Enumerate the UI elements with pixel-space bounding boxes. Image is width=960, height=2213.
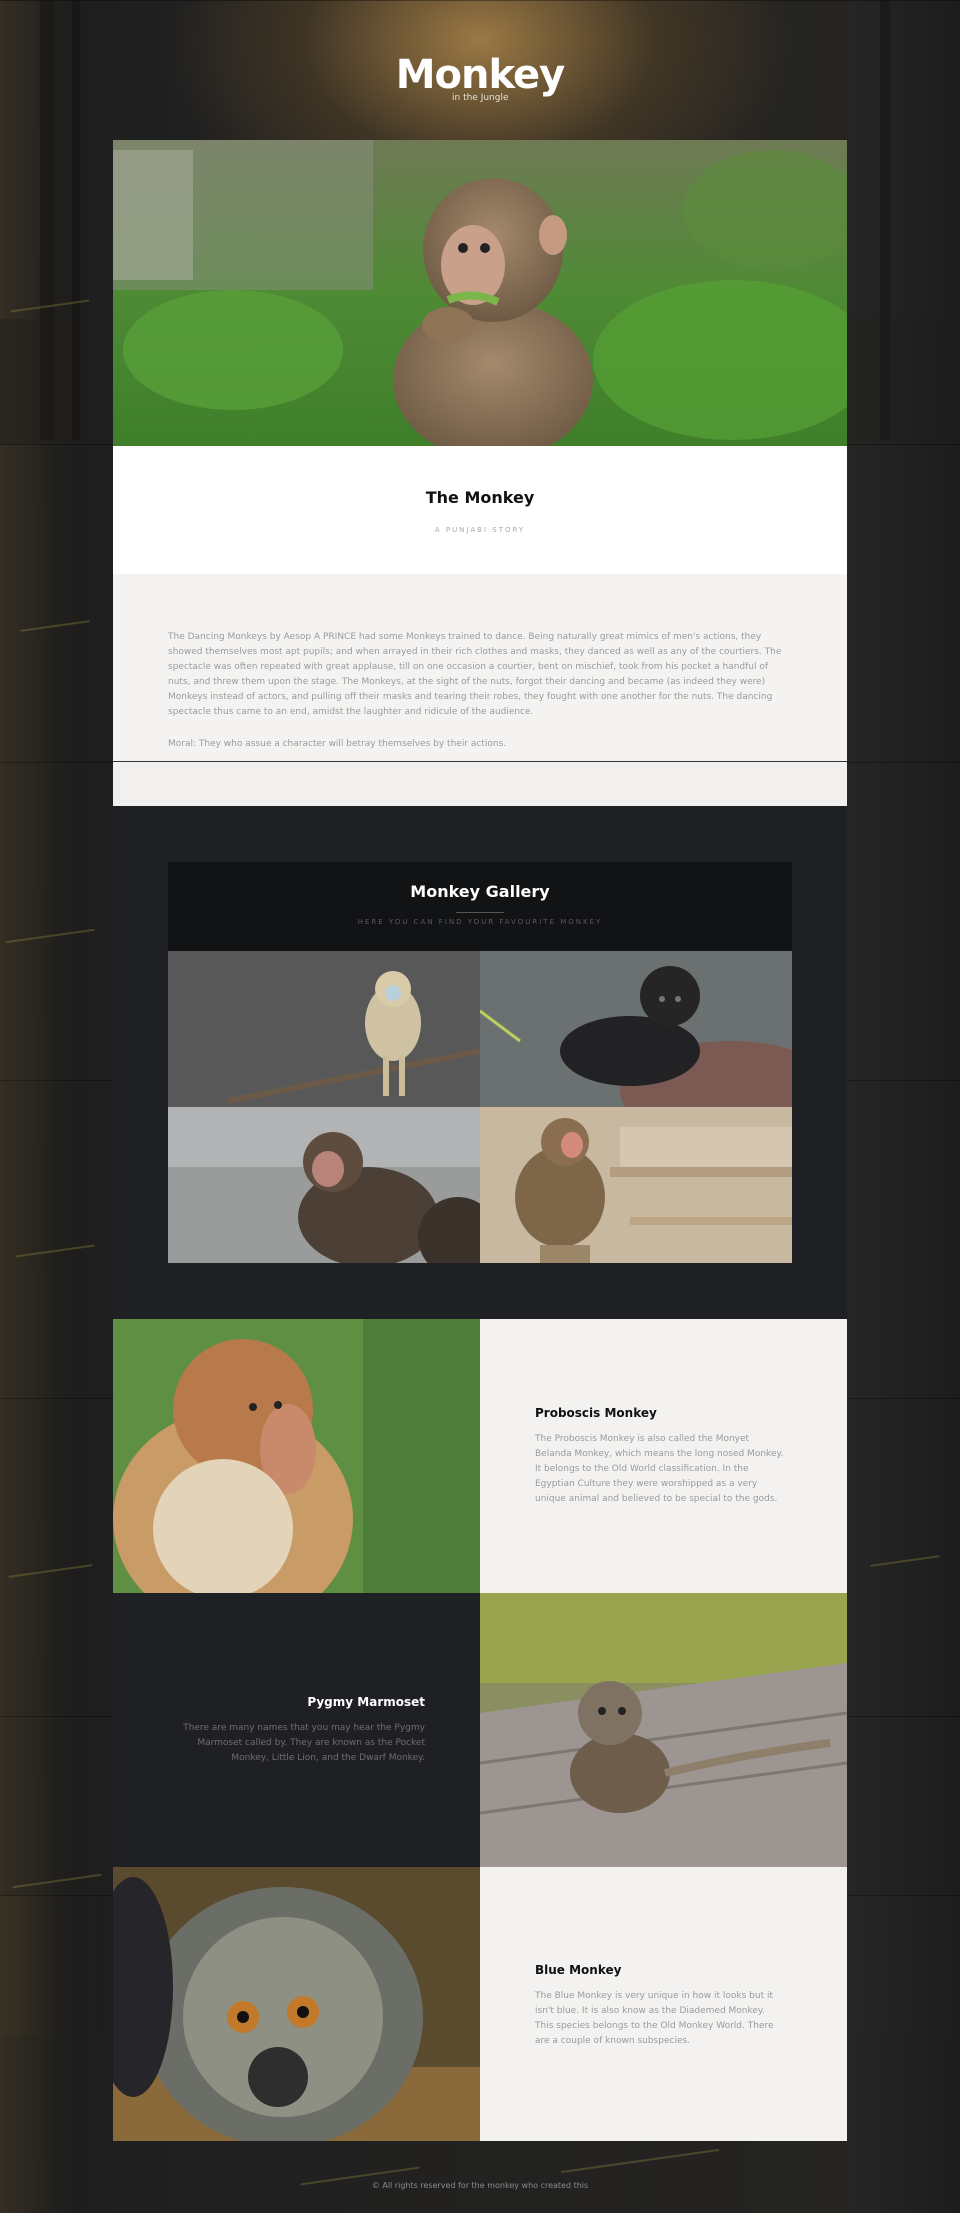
story-footer-band	[113, 762, 847, 806]
gallery-image-sitting-macaque[interactable]	[480, 1107, 792, 1263]
pygmy-marmoset-text-panel: Pygmy Marmoset There are many names that…	[113, 1593, 480, 1867]
proboscis-monkey-image	[113, 1319, 480, 1593]
hero-monkey-image	[113, 140, 847, 446]
feature-row-proboscis: Proboscis Monkey The Proboscis Monkey is…	[113, 1319, 847, 1593]
gallery-image-macaque[interactable]	[168, 1107, 480, 1263]
gallery-image-golden-monkey[interactable]	[168, 951, 480, 1107]
gallery-box: Monkey Gallery HERE YOU CAN FIND YOUR FA…	[168, 862, 792, 1263]
story-title: The Monkey	[425, 488, 535, 507]
story-moral: Moral: They who assue a character will b…	[168, 739, 507, 749]
pygmy-marmoset-image	[480, 1593, 847, 1867]
gallery-rule	[456, 912, 504, 913]
site-header: Monkey in the Jungle	[0, 52, 960, 103]
site-title: Monkey	[395, 52, 566, 98]
feature-title: Blue Monkey	[535, 1963, 622, 1977]
gallery-subtitle: HERE YOU CAN FIND YOUR FAVOURITE MONKEY	[357, 918, 603, 926]
footer-text: © All rights reserved for the monkey who…	[371, 2181, 589, 2190]
feature-title: Pygmy Marmoset	[307, 1695, 425, 1709]
feature-text: The Proboscis Monkey is also called the …	[535, 1434, 784, 1504]
blue-monkey-text-panel: Blue Monkey The Blue Monkey is very uniq…	[480, 1867, 847, 2141]
story-header: The Monkey A PUNJABI STORY	[113, 446, 847, 574]
feature-row-pygmy-marmoset: Pygmy Marmoset There are many names that…	[113, 1593, 847, 1867]
story-tagline: A PUNJABI STORY	[434, 526, 526, 534]
feature-text: The Blue Monkey is very unique in how it…	[535, 1991, 774, 2046]
gallery-title: Monkey Gallery	[410, 882, 550, 901]
feature-row-blue-monkey: Blue Monkey The Blue Monkey is very uniq…	[113, 1867, 847, 2141]
gallery-image-baby-gorilla[interactable]	[480, 951, 792, 1107]
blue-monkey-image	[113, 1867, 480, 2141]
site-subtitle: in the Jungle	[452, 93, 509, 103]
proboscis-text-panel: Proboscis Monkey The Proboscis Monkey is…	[480, 1319, 847, 1593]
feature-text: There are many names that you may hear t…	[183, 1723, 425, 1763]
story-text: The Dancing Monkeys by Aesop A PRINCE ha…	[168, 632, 782, 717]
feature-title: Proboscis Monkey	[535, 1406, 657, 1420]
